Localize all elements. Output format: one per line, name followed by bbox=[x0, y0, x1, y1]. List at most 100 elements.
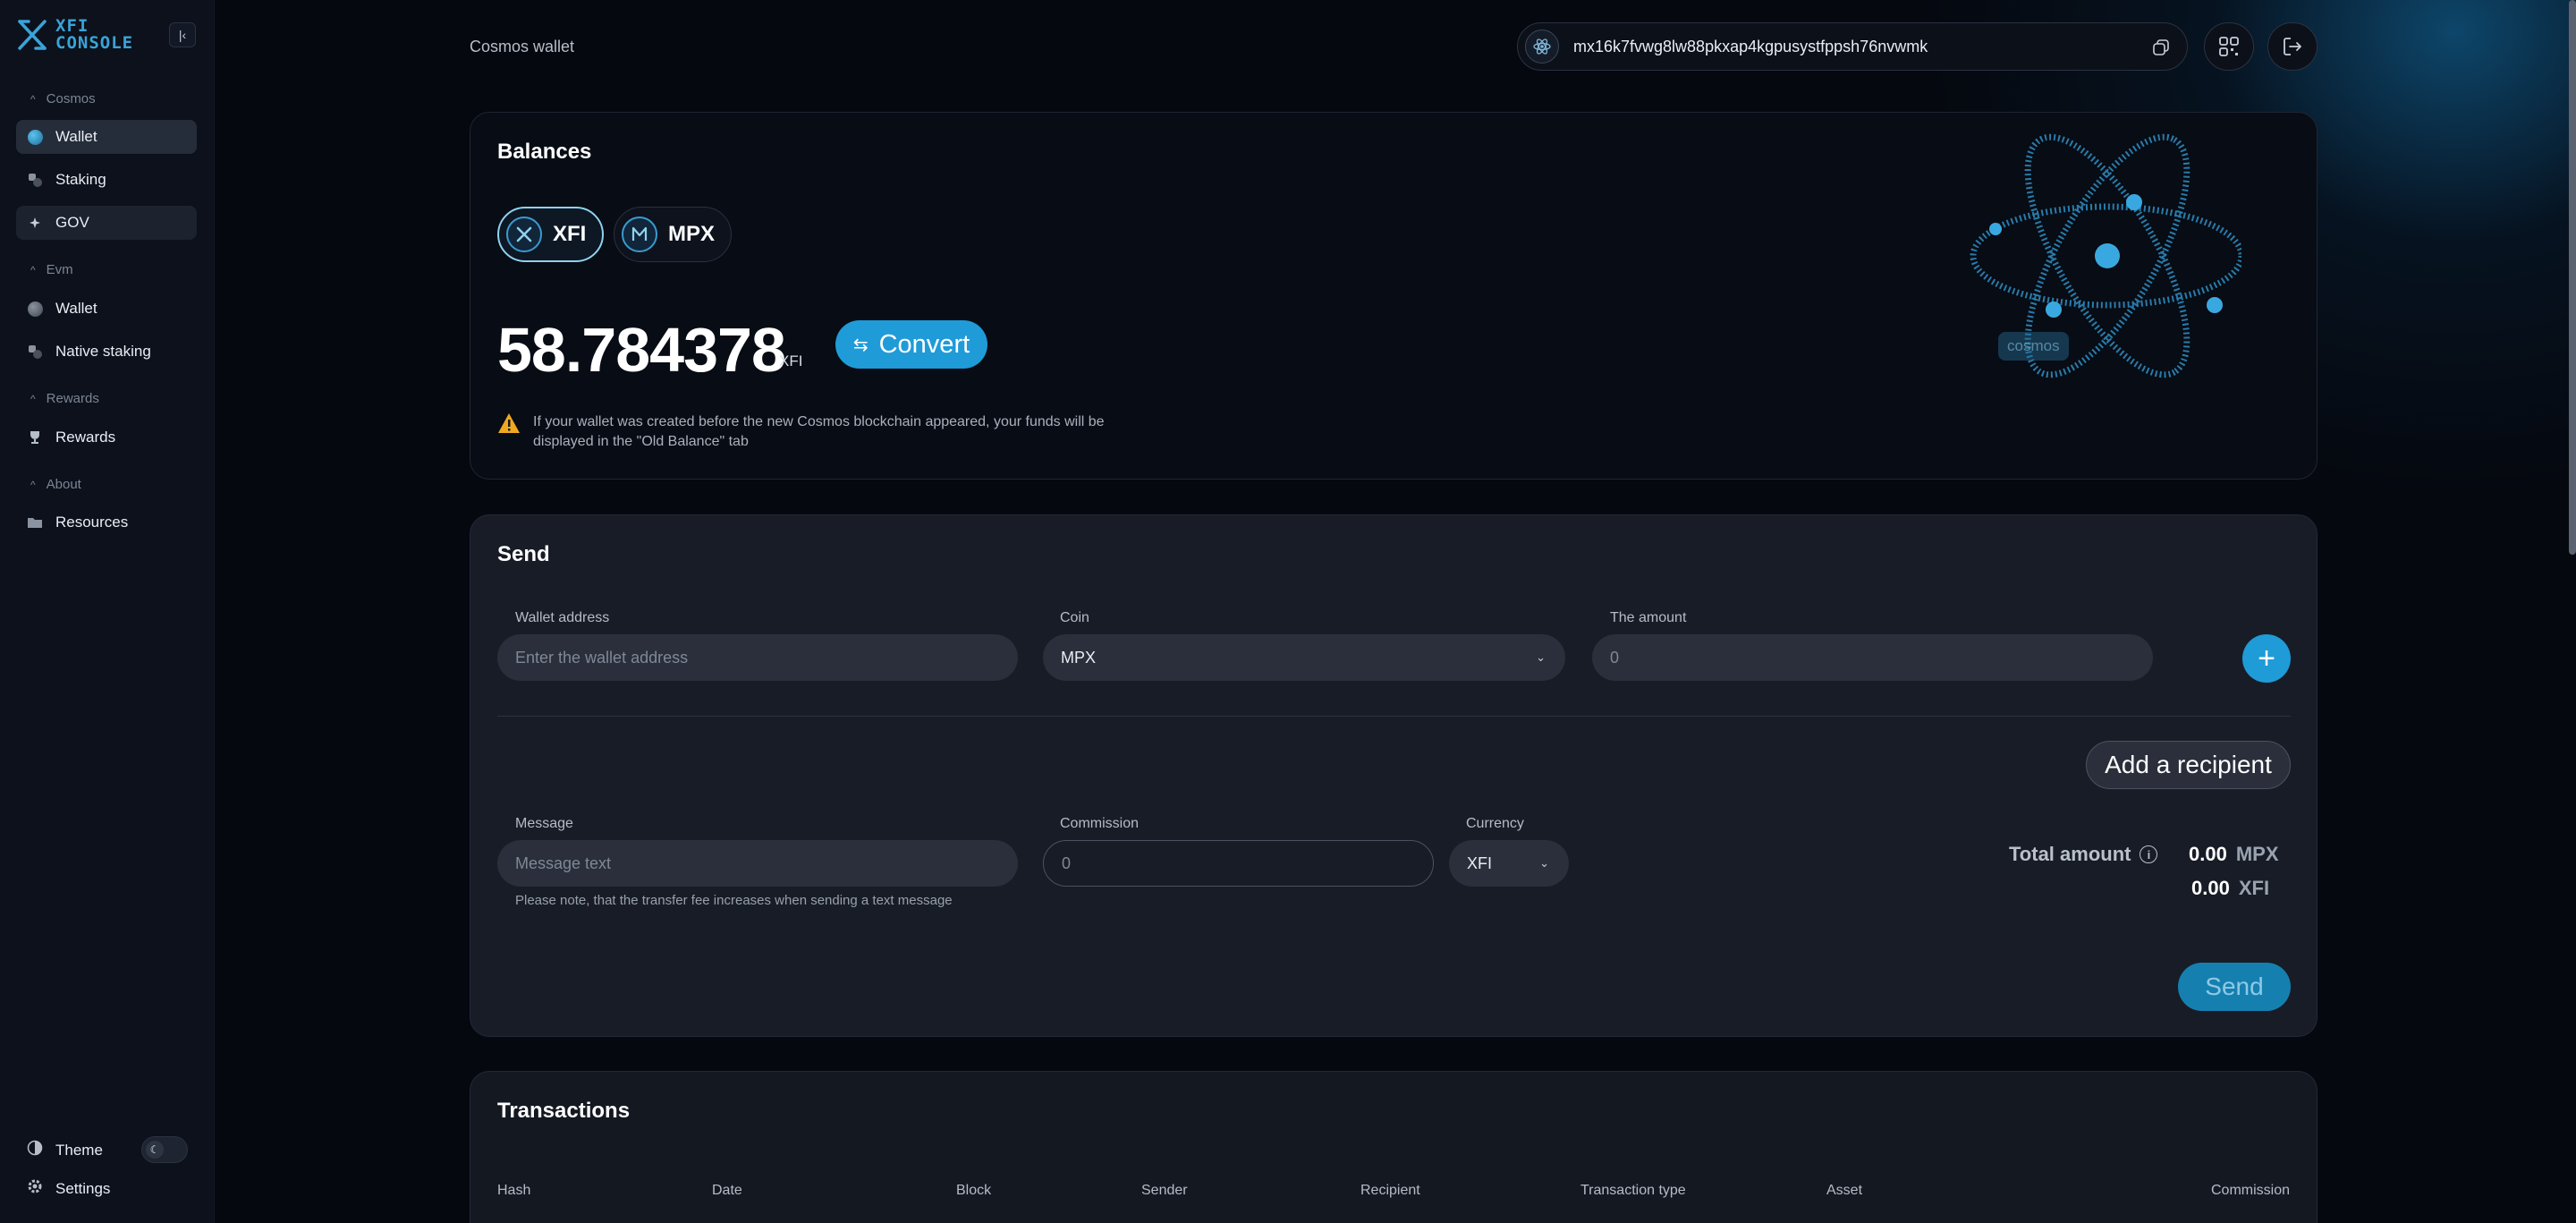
total-xfi: 0.00 XFI bbox=[2191, 877, 2269, 900]
chevron-down-icon: ⌄ bbox=[1539, 856, 1549, 870]
logout-button[interactable] bbox=[2267, 22, 2318, 71]
sidebar-item-evm-wallet[interactable]: Wallet bbox=[16, 292, 197, 326]
swap-icon: ⇆ bbox=[852, 335, 869, 355]
folder-icon bbox=[27, 514, 43, 531]
column-header-asset[interactable]: Asset bbox=[1826, 1183, 1862, 1199]
column-header-date[interactable]: Date bbox=[712, 1183, 742, 1199]
warning-text: If your wallet was created before the ne… bbox=[533, 414, 1105, 449]
coin-tab-xfi[interactable]: XFI bbox=[497, 207, 605, 262]
wallet-address-bar: mx16k7fvwg8lw88pkxap4kgpusystfppsh76nvwm… bbox=[1517, 22, 2188, 71]
coin-tab-label: MPX bbox=[668, 222, 716, 246]
theme-row: Theme bbox=[27, 1140, 103, 1160]
send-button[interactable]: Send bbox=[2178, 963, 2291, 1011]
commission-label: Commission bbox=[1060, 816, 1140, 831]
sidebar-item-label: Wallet bbox=[55, 128, 97, 145]
native-staking-icon bbox=[27, 344, 43, 360]
sidebar-item-settings[interactable]: Settings bbox=[27, 1178, 110, 1199]
evm-wallet-icon bbox=[27, 301, 43, 317]
chevron-up-icon: ^ bbox=[30, 392, 36, 405]
column-header-sender[interactable]: Sender bbox=[1141, 1183, 1188, 1199]
convert-label: Convert bbox=[878, 329, 970, 359]
sidebar-item-label: Staking bbox=[55, 171, 106, 188]
cosmos-avatar-icon bbox=[1525, 30, 1559, 64]
chevron-up-icon: ^ bbox=[30, 92, 36, 106]
page-scrollbar[interactable] bbox=[2569, 0, 2576, 555]
coin-select-value: MPX bbox=[1061, 648, 1097, 667]
coin-tab-label: XFI bbox=[553, 222, 587, 246]
currency-select[interactable]: XFI ⌄ bbox=[1449, 840, 1569, 887]
theme-icon bbox=[27, 1140, 43, 1160]
wallet-address-label: Wallet address bbox=[515, 610, 610, 625]
chevron-up-icon: ^ bbox=[30, 263, 36, 276]
amount-input[interactable]: 0 bbox=[1592, 634, 2153, 681]
total-mpx: 0.00 MPX bbox=[2189, 843, 2279, 866]
wallet-address-input[interactable]: Enter the wallet address bbox=[497, 634, 1018, 681]
wallet-address: mx16k7fvwg8lw88pkxap4kgpusystfppsh76nvwm… bbox=[1573, 37, 1928, 55]
total-value: 0.00 bbox=[2189, 843, 2227, 865]
total-unit: MPX bbox=[2235, 843, 2279, 865]
chevron-down-icon: ⌄ bbox=[1536, 650, 1546, 664]
balances-card: Balances XFI MPX 58.784378 XFI ⇆ Convert… bbox=[470, 112, 2318, 480]
xfi-console-logo[interactable]: XFI CONSOLE bbox=[16, 18, 133, 52]
send-label: Send bbox=[2205, 972, 2264, 1000]
section-label: Cosmos bbox=[46, 91, 96, 106]
theme-toggle[interactable]: ☾ bbox=[141, 1136, 188, 1163]
sidebar-item-label: Native staking bbox=[55, 343, 151, 360]
column-header-hash[interactable]: Hash bbox=[497, 1183, 530, 1199]
message-input[interactable]: Message text bbox=[497, 840, 1018, 887]
coin-tab-mpx[interactable]: MPX bbox=[614, 207, 733, 262]
message-label: Message bbox=[515, 816, 573, 831]
currency-label: Currency bbox=[1466, 816, 1524, 831]
add-field-button[interactable]: + bbox=[2242, 634, 2291, 683]
info-icon[interactable]: i bbox=[2140, 845, 2158, 863]
section-about[interactable]: ^ About bbox=[30, 477, 81, 492]
column-header-block[interactable]: Block bbox=[956, 1183, 991, 1199]
sidebar-item-rewards[interactable]: Rewards bbox=[16, 420, 197, 454]
qr-code-button[interactable] bbox=[2204, 22, 2254, 71]
amount-placeholder: 0 bbox=[1610, 648, 1620, 667]
gear-icon bbox=[27, 1178, 43, 1199]
wallet-address-placeholder: Enter the wallet address bbox=[515, 648, 689, 667]
trophy-icon bbox=[27, 429, 43, 446]
xfi-logo-icon bbox=[18, 20, 47, 50]
copy-icon[interactable] bbox=[2151, 38, 2171, 57]
column-header-commission[interactable]: Commission bbox=[2211, 1183, 2290, 1199]
section-evm[interactable]: ^ Evm bbox=[30, 262, 73, 277]
sidebar-item-native-staking[interactable]: Native staking bbox=[16, 335, 197, 369]
add-recipient-button[interactable]: Add a recipient bbox=[2086, 741, 2291, 789]
logo-line-2: CONSOLE bbox=[55, 33, 134, 53]
theme-label: Theme bbox=[55, 1141, 103, 1159]
collapse-icon: |‹ bbox=[178, 28, 187, 42]
sidebar-item-resources[interactable]: Resources bbox=[16, 505, 197, 539]
message-placeholder: Message text bbox=[515, 854, 612, 872]
balance-unit: XFI bbox=[779, 352, 803, 369]
section-cosmos[interactable]: ^ Cosmos bbox=[30, 91, 96, 106]
cosmos-wallet-icon bbox=[27, 129, 43, 145]
section-label: Rewards bbox=[46, 391, 99, 406]
send-card: Send Wallet address Enter the wallet add… bbox=[470, 514, 2318, 1037]
cosmos-artwork-label: cosmos bbox=[1998, 332, 2069, 361]
column-header-transaction-type[interactable]: Transaction type bbox=[1580, 1183, 1686, 1199]
qr-code-icon bbox=[2219, 37, 2239, 56]
transactions-title: Transactions bbox=[497, 1099, 631, 1123]
sidebar-item-staking[interactable]: Staking bbox=[16, 163, 197, 197]
gov-icon bbox=[27, 215, 43, 231]
section-rewards[interactable]: ^ Rewards bbox=[30, 391, 99, 406]
amount-label: The amount bbox=[1610, 610, 1687, 625]
currency-select-value: XFI bbox=[1467, 854, 1493, 872]
fee-note: Please note, that the transfer fee incre… bbox=[515, 893, 953, 908]
column-header-recipient[interactable]: Recipient bbox=[1360, 1183, 1420, 1199]
sidebar-item-cosmos-wallet[interactable]: Wallet bbox=[16, 120, 197, 154]
coin-select[interactable]: MPX ⌄ bbox=[1043, 634, 1565, 681]
collapse-sidebar-button[interactable]: |‹ bbox=[169, 22, 196, 47]
chevron-up-icon: ^ bbox=[30, 478, 36, 491]
commission-value: 0 bbox=[1062, 854, 1072, 872]
settings-label: Settings bbox=[55, 1179, 111, 1197]
sidebar-item-label: Wallet bbox=[55, 300, 97, 317]
coin-label: Coin bbox=[1060, 610, 1089, 625]
send-title: Send bbox=[497, 542, 550, 566]
commission-input[interactable]: 0 bbox=[1043, 840, 1434, 887]
logout-icon bbox=[2284, 38, 2301, 55]
convert-button[interactable]: ⇆ Convert bbox=[835, 320, 987, 369]
sidebar-item-gov[interactable]: GOV bbox=[16, 206, 197, 240]
